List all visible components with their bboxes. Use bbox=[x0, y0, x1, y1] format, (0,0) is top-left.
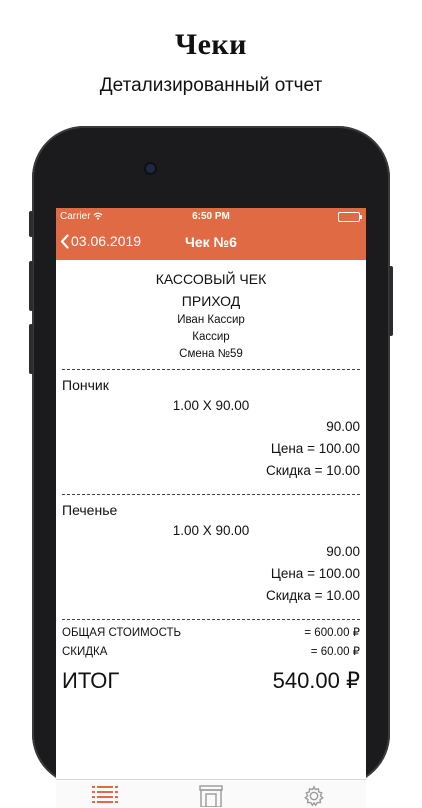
receipt-title: КАССОВЫЙ ЧЕК bbox=[155, 271, 267, 287]
promo-title: Чеки bbox=[175, 28, 247, 61]
volume-down-button bbox=[29, 324, 33, 374]
nav-title: Чек №6 bbox=[185, 234, 237, 250]
list-icon[interactable] bbox=[92, 785, 118, 807]
tab-bar bbox=[56, 779, 366, 808]
cashier-role: Кассир bbox=[192, 331, 230, 343]
discount-row: СКИДКА = 60.00 ₽ bbox=[62, 643, 360, 662]
nav-bar: 03.06.2019 Чек №6 bbox=[56, 226, 366, 260]
total-cost-value: = 600.00 ₽ bbox=[304, 627, 360, 639]
phone-frame: Carrier 6:50 PM 03.06.2019 Чек №6 КАССОВ… bbox=[29, 126, 393, 808]
phone-screen: Carrier 6:50 PM 03.06.2019 Чек №6 КАССОВ… bbox=[56, 208, 366, 808]
item-price: Цена = 100.00 bbox=[270, 441, 360, 456]
divider bbox=[62, 619, 360, 620]
divider bbox=[62, 494, 360, 495]
receipt-type: ПРИХОД bbox=[181, 293, 241, 309]
item-quantity: 1.00 X 90.00 bbox=[172, 523, 250, 538]
cashier-name: Иван Кассир bbox=[177, 314, 245, 326]
grand-total-row: ИТОГ 540.00 ₽ bbox=[62, 666, 360, 696]
discount-label: СКИДКА bbox=[62, 646, 108, 658]
status-time: 6:50 PM bbox=[192, 211, 230, 222]
item-price: Цена = 100.00 bbox=[270, 566, 360, 581]
item-name: Печенье bbox=[62, 502, 118, 518]
shift-number: Смена №59 bbox=[179, 348, 243, 360]
grand-total-value: 540.00 ₽ bbox=[272, 668, 360, 693]
receipt-summary: ОБЩАЯ СТОИМОСТЬ = 600.00 ₽ СКИДКА = 60.0… bbox=[62, 624, 360, 696]
item-quantity: 1.00 X 90.00 bbox=[172, 398, 250, 413]
battery-icon bbox=[338, 212, 362, 222]
list-item: Печенье 1.00 X 90.00 90.00 Цена = 100.00… bbox=[62, 499, 360, 613]
promo-subtitle: Детализированный отчет bbox=[99, 75, 323, 96]
gear-icon[interactable] bbox=[302, 785, 326, 807]
front-camera bbox=[146, 164, 155, 173]
list-item: Пончик 1.00 X 90.00 90.00 Цена = 100.00 … bbox=[62, 374, 360, 488]
mute-switch bbox=[29, 211, 33, 237]
total-cost-row: ОБЩАЯ СТОИМОСТЬ = 600.00 ₽ bbox=[62, 624, 360, 643]
item-discount: Скидка = 10.00 bbox=[266, 463, 360, 478]
item-name: Пончик bbox=[62, 377, 109, 393]
grand-total-label: ИТОГ bbox=[62, 668, 120, 693]
total-cost-label: ОБЩАЯ СТОИМОСТЬ bbox=[62, 627, 182, 639]
receipt-header: КАССОВЫЙ ЧЕК ПРИХОД Иван Кассир Кассир С… bbox=[62, 260, 360, 363]
discount-value: = 60.00 ₽ bbox=[310, 646, 360, 658]
item-discount: Скидка = 10.00 bbox=[266, 588, 360, 603]
item-amount: 90.00 bbox=[326, 419, 360, 434]
status-bar: Carrier 6:50 PM bbox=[56, 208, 366, 226]
volume-up-button bbox=[29, 261, 33, 311]
item-amount: 90.00 bbox=[326, 544, 360, 559]
store-icon[interactable] bbox=[198, 785, 224, 807]
power-button bbox=[389, 266, 393, 336]
divider bbox=[62, 369, 360, 370]
receipt: КАССОВЫЙ ЧЕК ПРИХОД Иван Кассир Кассир С… bbox=[56, 260, 366, 696]
